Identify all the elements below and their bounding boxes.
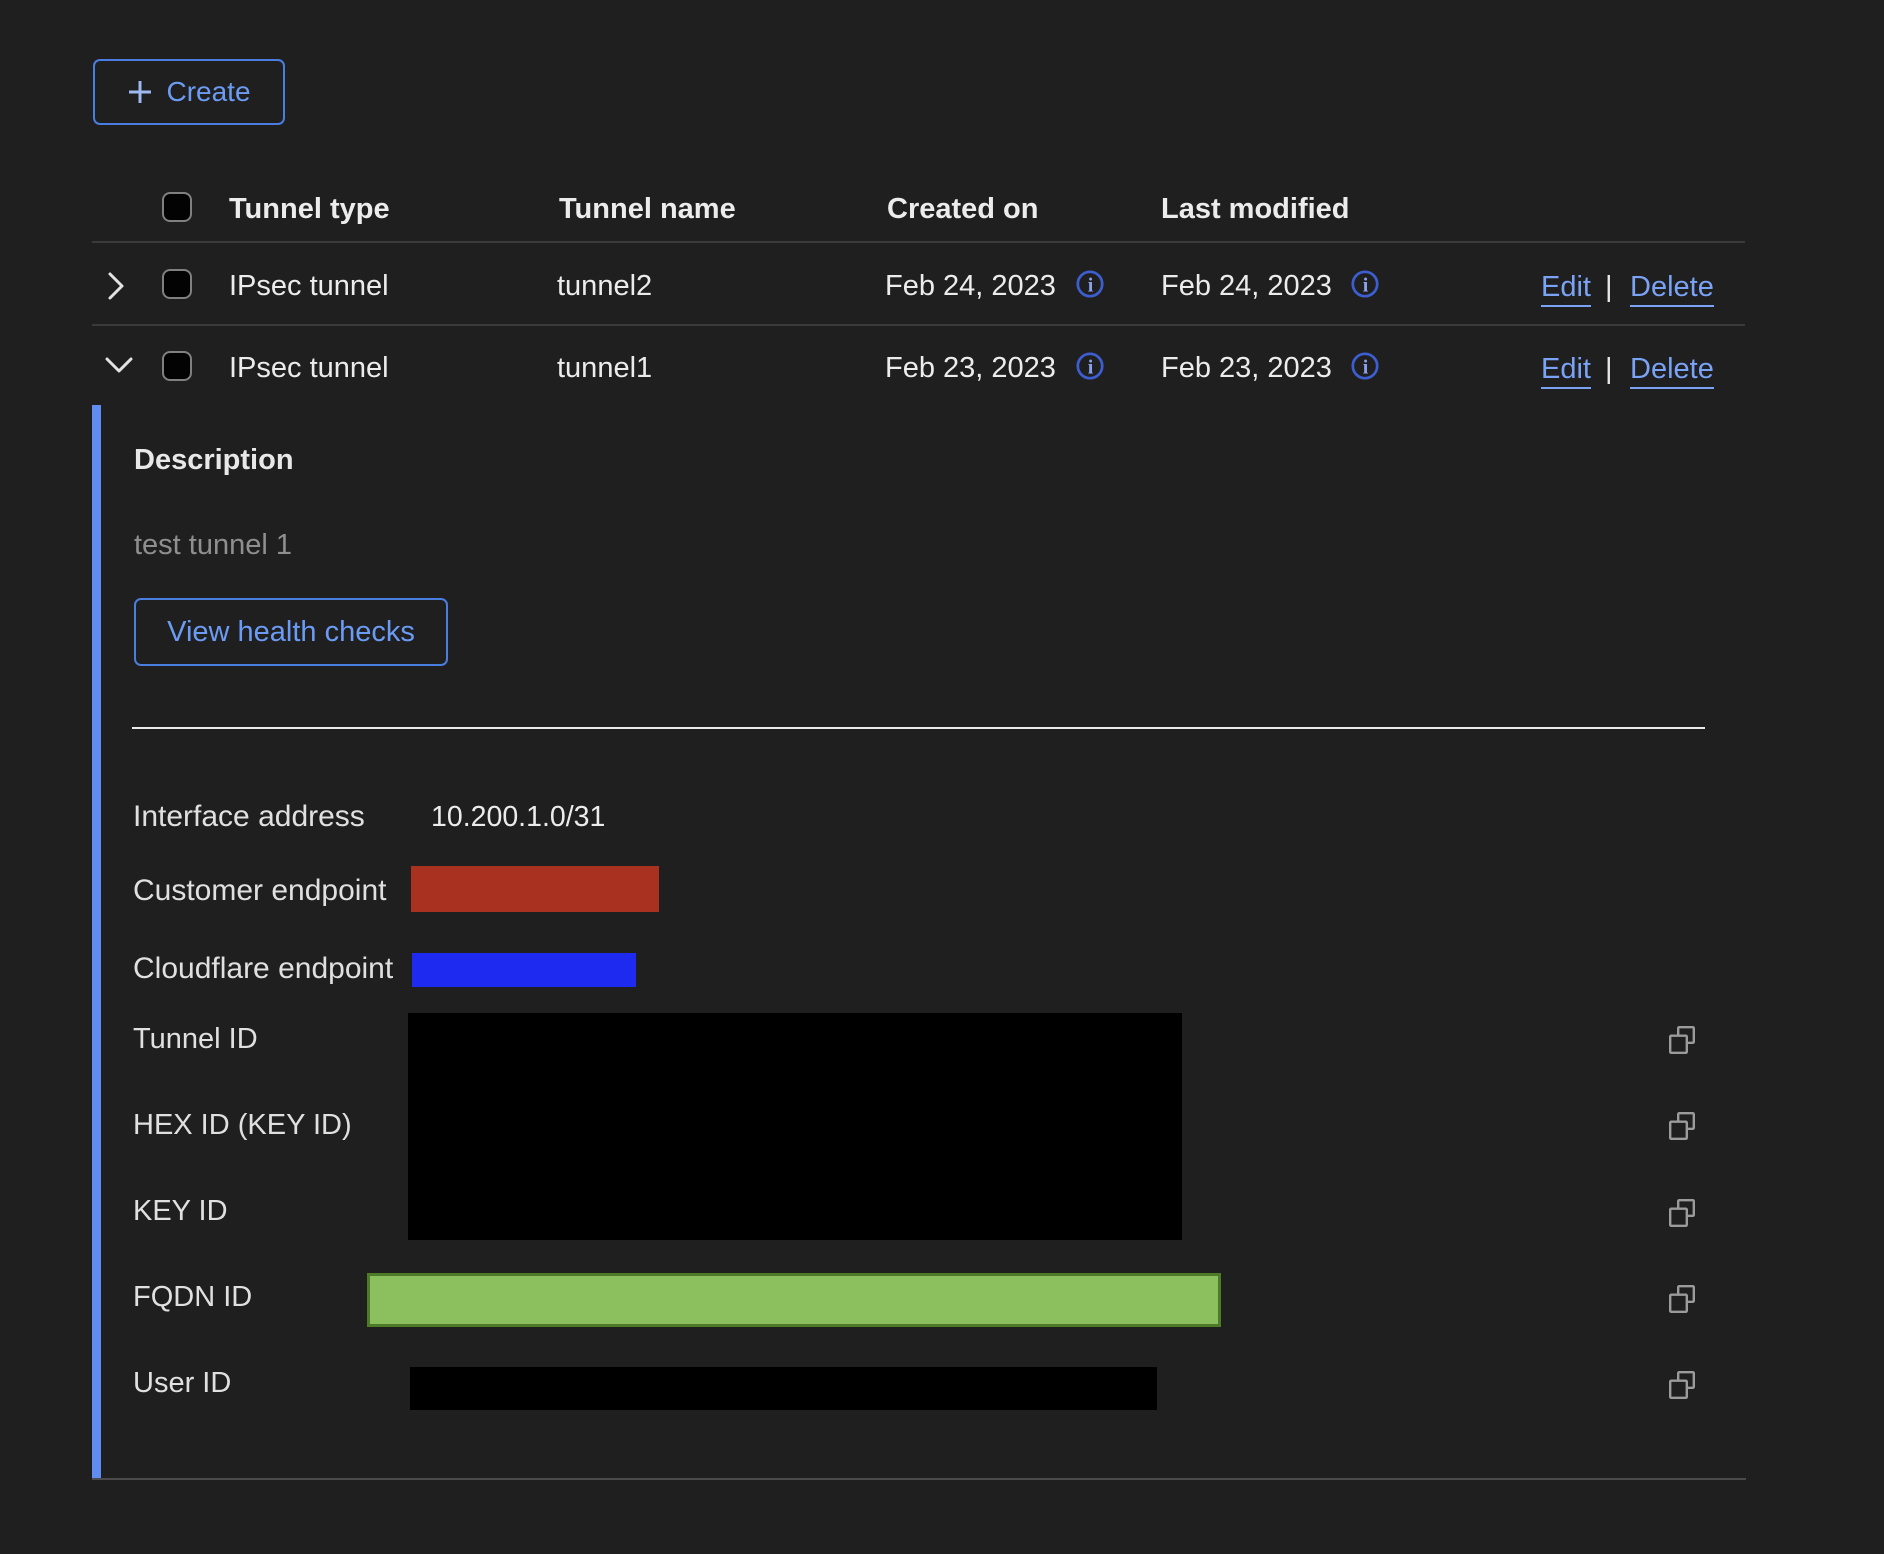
svg-text:i: i bbox=[1363, 357, 1369, 379]
svg-text:i: i bbox=[1363, 275, 1369, 297]
svg-text:i: i bbox=[1088, 275, 1094, 297]
svg-text:i: i bbox=[1088, 357, 1094, 379]
